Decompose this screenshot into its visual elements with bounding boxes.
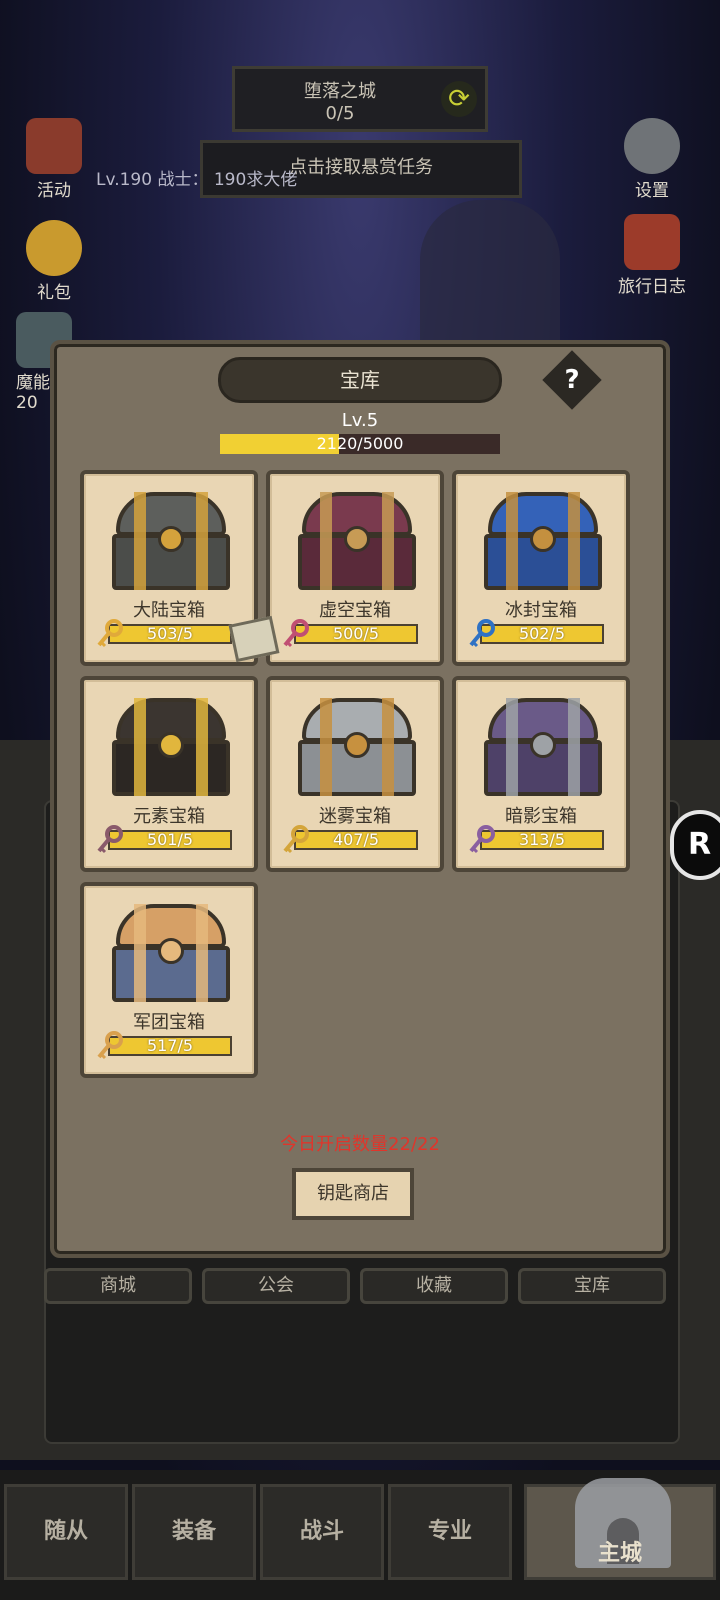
chest-card[interactable]: 虚空宝箱 500/5 [266,470,444,666]
gift-pack-label: 礼包 [37,283,71,303]
chest-band [568,698,580,796]
travel-log-label: 旅行日志 [618,277,686,297]
key-icon [283,619,309,648]
chest-lock [158,938,184,964]
chest-band [134,492,146,590]
chest-icon [298,698,416,796]
chest-icon [112,492,230,590]
vault-level: Lv.5 [341,410,379,431]
settings-button[interactable]: 设置 [612,118,692,201]
chest-band [320,492,332,590]
vault-xp-bar: 2120/5000 [220,434,500,454]
travel-log-button[interactable]: 旅行日志 [612,214,692,297]
building-vault[interactable]: 宝库 [518,1268,666,1304]
magic-energy-count: 20 [16,393,38,413]
building-guild[interactable]: 公会 [202,1268,350,1304]
chest-band [382,492,394,590]
key-count: 313/5 [480,830,604,850]
stage-progress: 0/5 [325,103,355,124]
gift-coin-icon [26,220,82,276]
key-icon [97,1031,123,1060]
refresh-icon[interactable]: ⟳ [441,81,477,117]
key-count: 503/5 [108,624,232,644]
gear-icon [624,118,680,174]
chest-lock [530,526,556,552]
chest-icon [484,492,602,590]
tab-companions[interactable]: 随从 [4,1484,128,1580]
chest-card[interactable]: 迷雾宝箱 407/5 [266,676,444,872]
chest-lock [158,526,184,552]
chest-card[interactable]: 冰封宝箱 502/5 [452,470,630,666]
key-icon [97,619,123,648]
key-icon [469,825,495,854]
book-icon [624,214,680,270]
chest-card[interactable]: 暗影宝箱 313/5 [452,676,630,872]
magic-energy-label: 魔能 [16,373,50,393]
key-count: 407/5 [294,830,418,850]
gift-pack-button[interactable]: 礼包 [14,220,94,303]
chest-card[interactable]: 元素宝箱 501/5 [80,676,258,872]
key-shop-button[interactable]: 钥匙商店 [292,1168,414,1220]
tab-battle[interactable]: 战斗 [260,1484,384,1580]
chest-band [506,492,518,590]
floating-assist-button[interactable]: R [670,810,720,880]
vault-xp-text: 2120/5000 [316,434,404,453]
chest-icon [112,904,230,1002]
chest-lock [158,732,184,758]
tab-profession[interactable]: 专业 [388,1484,512,1580]
building-collection[interactable]: 收藏 [360,1268,508,1304]
chest-lock [530,732,556,758]
key-icon [469,619,495,648]
chest-lock [344,526,370,552]
chest-band [320,698,332,796]
help-icon[interactable]: ? [551,359,593,401]
key-icon [283,825,309,854]
settings-label: 设置 [635,181,669,201]
tab-main-city-label: 主城 [597,1541,642,1566]
building-shop[interactable]: 商城 [44,1268,192,1304]
vault-title: 宝库 [218,357,502,403]
player-info: Lv.190 战士： 190求大佬 [96,170,298,190]
chest-band [506,698,518,796]
chest-band [196,904,208,1002]
activity-icon [26,118,82,174]
stage-name: 堕落之城 [304,81,376,102]
activity-label: 活动 [37,181,71,201]
key-icon [97,825,123,854]
key-count: 517/5 [108,1036,232,1056]
key-count: 502/5 [480,624,604,644]
key-count: 500/5 [294,624,418,644]
daily-open-count: 今日开启数量22/22 [280,1134,440,1155]
stage-panel[interactable]: 堕落之城 0/5 ⟳ [232,66,488,132]
chest-band [382,698,394,796]
chest-card[interactable]: 军团宝箱 517/5 [80,882,258,1078]
chest-band [134,904,146,1002]
chest-icon [298,492,416,590]
chest-icon [484,698,602,796]
chest-lock [344,732,370,758]
chest-icon [112,698,230,796]
tab-equipment[interactable]: 装备 [132,1484,256,1580]
activity-button[interactable]: 活动 [14,118,94,201]
chest-band [134,698,146,796]
chest-band [196,492,208,590]
key-count: 501/5 [108,830,232,850]
chest-band [196,698,208,796]
chest-band [568,492,580,590]
